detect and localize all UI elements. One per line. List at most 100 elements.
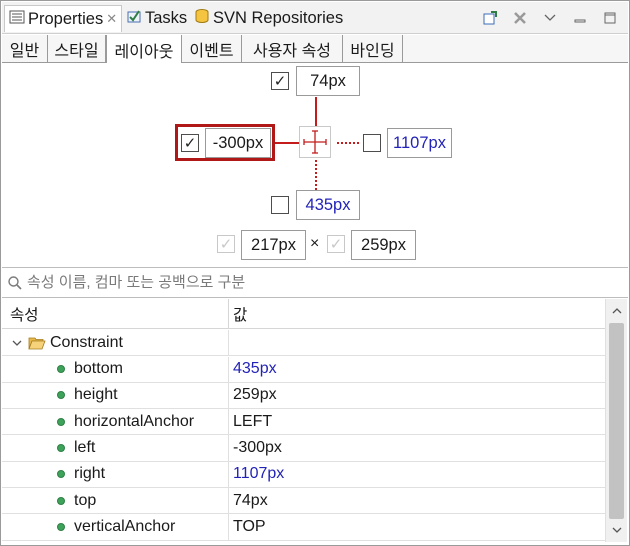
- chevron-down-icon[interactable]: [10, 336, 24, 350]
- scroll-down-icon[interactable]: [606, 521, 627, 539]
- property-search-bar: [2, 267, 628, 298]
- property-name: verticalAnchor: [74, 517, 176, 535]
- right-checkbox[interactable]: [363, 134, 381, 152]
- tab-layout[interactable]: 레이아웃: [106, 35, 182, 64]
- tasks-icon: [126, 8, 142, 29]
- tab-properties-label: Properties: [28, 9, 104, 28]
- width-value-field[interactable]: 217px: [241, 230, 306, 260]
- table-row[interactable]: right 1107px: [2, 461, 605, 488]
- bottom-value-field[interactable]: 435px: [296, 190, 360, 220]
- tab-binding-label: 바인딩: [350, 43, 395, 60]
- property-dot-icon: [57, 365, 65, 374]
- properties-icon: [9, 9, 25, 30]
- bottom-checkbox[interactable]: [271, 196, 289, 214]
- tab-svn-repositories[interactable]: SVN Repositories: [192, 5, 343, 32]
- tab-binding[interactable]: 바인딩: [343, 35, 403, 63]
- properties-view: Properties ✕ Tasks SVN Repositories 일반 스…: [0, 0, 630, 546]
- left-value: -300px: [212, 133, 264, 152]
- table-row[interactable]: horizontalAnchor LEFT: [2, 409, 605, 436]
- table-header: 속성 값: [2, 299, 605, 329]
- tab-general[interactable]: 일반: [2, 35, 48, 63]
- tab-event[interactable]: 이벤트: [182, 35, 242, 63]
- tab-user-properties[interactable]: 사용자 속성: [242, 35, 343, 63]
- bottom-value: 435px: [305, 195, 351, 214]
- top-value: 74px: [310, 71, 346, 90]
- tab-style[interactable]: 스타일: [48, 35, 106, 63]
- group-label: Constraint: [50, 333, 123, 351]
- property-name: height: [74, 386, 118, 404]
- right-value: 1107px: [393, 133, 446, 152]
- property-name: top: [74, 491, 97, 509]
- property-sub-tabs: 일반 스타일 레이아웃 이벤트 사용자 속성 바인딩: [2, 35, 628, 64]
- property-dot-icon: [57, 522, 65, 531]
- table-row[interactable]: left -300px: [2, 435, 605, 462]
- search-icon: [8, 275, 22, 290]
- property-dot-icon: [57, 391, 65, 400]
- right-anchor-line: [337, 142, 359, 144]
- top-value-field[interactable]: 74px: [296, 66, 360, 96]
- property-value[interactable]: 74px: [233, 492, 268, 510]
- maximize-icon[interactable]: [600, 8, 620, 28]
- anchor-cross-icon: [303, 130, 327, 154]
- tab-tasks-label: Tasks: [145, 9, 188, 27]
- height-value: 259px: [361, 235, 406, 254]
- property-dot-icon: [57, 470, 65, 479]
- scroll-thumb[interactable]: [609, 323, 624, 519]
- property-value[interactable]: LEFT: [233, 413, 272, 431]
- tab-user-properties-label: 사용자 속성: [252, 43, 332, 60]
- layout-editor: ✓ 74px ✓ -300px 1107px 435px ✓ 217px × ✓…: [2, 63, 628, 267]
- svn-repositories-icon: [194, 8, 210, 29]
- minimize-icon[interactable]: [570, 8, 590, 28]
- tab-tasks[interactable]: Tasks: [124, 5, 187, 32]
- property-value[interactable]: TOP: [233, 518, 266, 536]
- left-checkbox[interactable]: ✓: [181, 134, 199, 152]
- folder-open-icon: [28, 337, 46, 350]
- property-value[interactable]: 1107px: [233, 465, 284, 483]
- view-toolbar: [480, 8, 620, 28]
- tab-properties[interactable]: Properties ✕: [4, 5, 122, 32]
- top-anchor-line: [315, 97, 317, 127]
- tab-layout-label: 레이아웃: [114, 43, 174, 61]
- property-value[interactable]: 259px: [233, 386, 277, 404]
- table-row[interactable]: height 259px: [2, 382, 605, 410]
- height-value-field[interactable]: 259px: [351, 230, 416, 260]
- property-value[interactable]: -300px: [233, 439, 282, 457]
- property-name: bottom: [74, 360, 123, 378]
- table-row[interactable]: bottom 435px: [2, 356, 605, 383]
- width-checkbox[interactable]: ✓: [217, 235, 235, 253]
- property-value[interactable]: 435px: [233, 360, 277, 378]
- top-checkbox[interactable]: ✓: [271, 72, 289, 90]
- view-menu-icon[interactable]: [540, 8, 560, 28]
- remove-icon[interactable]: [510, 8, 530, 28]
- property-name: left: [74, 439, 96, 457]
- tab-svn-label: SVN Repositories: [213, 9, 344, 27]
- right-value-field[interactable]: 1107px: [387, 128, 452, 158]
- anchor-widget[interactable]: [299, 126, 331, 158]
- search-input[interactable]: [27, 274, 607, 291]
- view-tab-bar: Properties ✕ Tasks SVN Repositories: [2, 2, 628, 34]
- left-value-field[interactable]: -300px: [205, 128, 271, 158]
- group-row-constraint[interactable]: Constraint: [2, 330, 605, 357]
- header-value[interactable]: 값: [228, 299, 605, 328]
- left-anchor-line: [275, 142, 299, 144]
- property-dot-icon: [57, 417, 65, 426]
- property-table: 속성 값 Constraint bottom 435px height 259p…: [2, 299, 605, 542]
- height-checkbox[interactable]: ✓: [327, 235, 345, 253]
- property-name: right: [74, 465, 106, 483]
- close-icon[interactable]: ✕: [106, 11, 117, 27]
- header-property[interactable]: 속성: [2, 299, 228, 328]
- tab-general-label: 일반: [9, 43, 40, 60]
- table-row[interactable]: verticalAnchor TOP: [2, 514, 605, 541]
- property-dot-icon: [57, 444, 65, 453]
- scroll-up-icon[interactable]: [606, 301, 627, 319]
- width-value: 217px: [251, 235, 296, 254]
- tab-event-label: 이벤트: [189, 43, 234, 60]
- bottom-anchor-line: [315, 160, 317, 190]
- tab-style-label: 스타일: [54, 43, 99, 60]
- size-separator: ×: [310, 235, 320, 252]
- table-scrollbar[interactable]: [605, 299, 627, 542]
- property-dot-icon: [57, 496, 65, 505]
- property-name: horizontalAnchor: [74, 412, 195, 430]
- table-row[interactable]: top 74px: [2, 488, 605, 515]
- new-window-icon[interactable]: [480, 8, 500, 28]
